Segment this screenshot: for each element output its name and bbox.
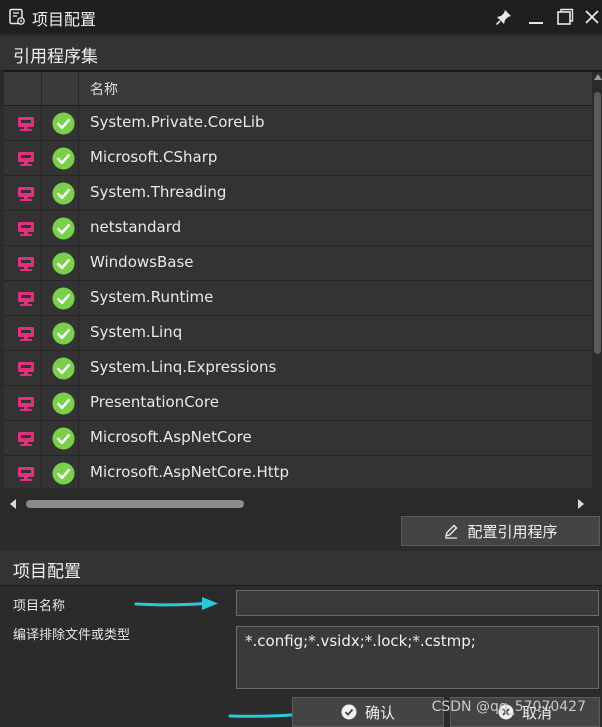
project-name-input[interactable] [236,590,599,616]
assembly-name: WindowsBase [90,253,194,271]
assembly-name: Microsoft.CSharp [90,148,218,166]
loaded-check-icon [52,147,75,170]
assembly-name: System.Runtime [90,288,214,306]
assembly-type-icon [18,397,34,411]
table-row[interactable]: System.Private.CoreLib [4,106,592,141]
settings-document-icon [9,8,25,25]
assembly-type-icon [18,222,34,236]
assembly-name: System.Linq.Expressions [90,358,277,376]
annotation-arrow-icon [134,597,218,610]
horizontal-scrollbar[interactable] [4,494,592,514]
table-row[interactable]: WindowsBase [4,246,592,281]
assembly-name: PresentationCore [90,393,219,411]
assembly-type-icon [18,152,34,166]
grid-rows: System.Private.CoreLib Microsoft.CSharp Sy… [4,106,592,488]
table-row[interactable]: Microsoft.AspNetCore [4,421,592,456]
vertical-scroll-thumb[interactable] [594,92,601,354]
scroll-up-arrow-icon[interactable] [594,74,602,80]
project-name-label: 项目名称 [13,599,66,614]
pin-icon [495,10,511,26]
assembly-name: System.Private.CoreLib [90,113,265,131]
assembly-type-icon [18,257,34,271]
maximize-icon [557,8,574,25]
exclude-files-value: *.config;*.vsidx;*.lock;*.cstmp; [245,632,476,650]
loaded-check-icon [52,252,75,275]
loaded-check-icon [52,427,75,450]
assemblies-section-header: 引用程序集 [0,36,602,71]
assembly-name: Microsoft.AspNetCore.Http [90,463,290,481]
assembly-type-icon [18,432,34,446]
loaded-check-icon [52,357,75,380]
close-icon [585,10,599,24]
vertical-scrollbar[interactable] [593,72,602,488]
title-bar: 项目配置 [0,0,602,34]
exclude-files-label: 编译排除文件或类型 [13,628,131,643]
loaded-check-icon [52,462,75,485]
exclude-files-textarea[interactable]: *.config;*.vsidx;*.lock;*.cstmp; [236,626,599,689]
assembly-type-icon [18,327,34,341]
loaded-check-icon [52,217,75,240]
loaded-check-icon [52,322,75,345]
project-config-section-header: 项目配置 [0,551,602,586]
scroll-left-arrow-icon[interactable] [10,499,16,509]
assembly-type-icon [18,362,34,376]
watermark-text: CSDN @qq_57070427 [431,699,586,715]
minimize-icon [529,22,543,24]
scroll-right-arrow-icon[interactable] [578,499,584,509]
table-row[interactable]: Microsoft.CSharp [4,141,592,176]
check-circle-icon [341,704,357,720]
assemblies-section-title: 引用程序集 [13,47,98,67]
configure-references-button[interactable]: 配置引用程序 [401,516,600,546]
loaded-check-icon [52,287,75,310]
assembly-type-icon [18,187,34,201]
table-row[interactable]: Microsoft.AspNetCore.Http [4,456,592,488]
table-row[interactable]: System.Runtime [4,281,592,316]
assembly-type-icon [18,467,34,481]
assembly-type-icon [18,292,34,306]
project-config-section-title: 项目配置 [13,562,81,582]
assembly-name: Microsoft.AspNetCore [90,428,252,446]
confirm-label: 确认 [364,703,395,722]
close-button[interactable] [580,5,602,29]
window-title: 项目配置 [32,10,97,29]
pin-button[interactable] [492,5,516,29]
edit-pencil-icon [445,524,458,539]
loaded-check-icon [52,182,75,205]
column-header-name[interactable]: 名称 [90,79,118,99]
assembly-type-icon [18,117,34,131]
minimize-button[interactable] [524,5,548,29]
table-row[interactable]: System.Linq.Expressions [4,351,592,386]
assemblies-grid: 名称 System.Private.CoreLib Microsoft.CShar… [4,71,602,514]
assembly-name: netstandard [90,218,182,236]
table-row[interactable]: System.Linq [4,316,592,351]
configure-references-label: 配置引用程序 [467,522,558,541]
loaded-check-icon [52,112,75,135]
confirm-button[interactable]: 确认 [292,697,444,727]
assembly-name: System.Threading [90,183,227,201]
maximize-button[interactable] [553,5,577,29]
grid-header: 名称 [4,72,592,106]
loaded-check-icon [52,392,75,415]
horizontal-scroll-thumb[interactable] [26,500,244,508]
assembly-name: System.Linq [90,323,183,341]
table-row[interactable]: System.Threading [4,176,592,211]
table-row[interactable]: PresentationCore [4,386,592,421]
table-row[interactable]: netstandard [4,211,592,246]
